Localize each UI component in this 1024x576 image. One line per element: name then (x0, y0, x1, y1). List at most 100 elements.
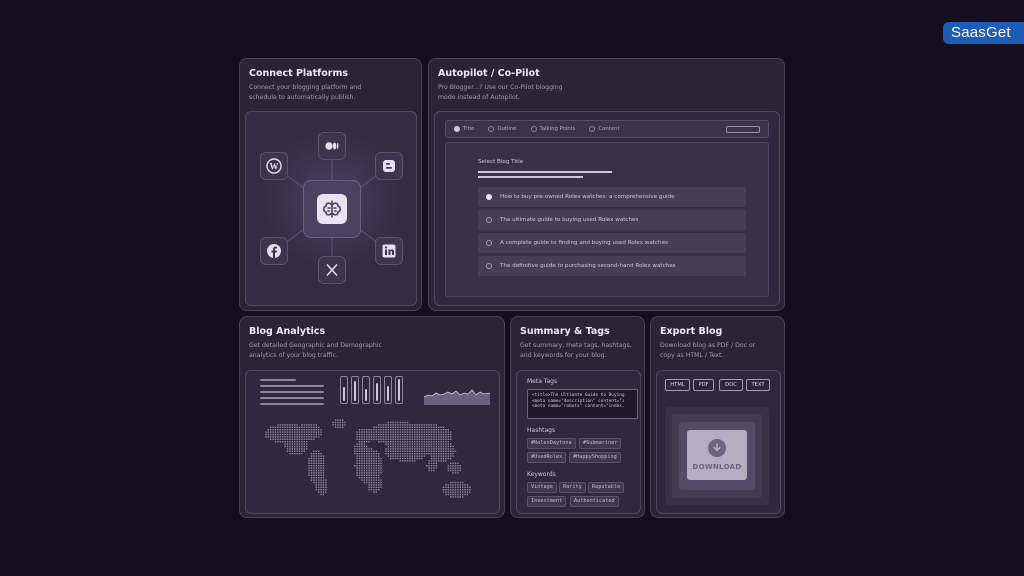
map-dot (442, 433, 445, 436)
map-dot (272, 438, 274, 440)
keyword-chip[interactable]: Rarity (559, 482, 586, 493)
map-dot (325, 486, 327, 488)
map-dot (450, 486, 452, 488)
hashtag-chip[interactable]: #UsedRolex (527, 452, 567, 463)
map-dot (402, 438, 404, 440)
map-dot (382, 424, 385, 426)
format-doc-button[interactable]: DOC (719, 379, 743, 391)
x-icon[interactable] (318, 256, 346, 284)
keyword-chip[interactable]: Authenticated (570, 496, 619, 507)
title-option[interactable]: The definitive guide to purchasing secon… (478, 256, 746, 276)
map-dot (375, 431, 377, 433)
hashtag-chip[interactable]: #Submariner (579, 438, 622, 449)
hashtag-chip[interactable]: #RolexDaytona (527, 438, 576, 449)
map-dot (358, 477, 361, 479)
map-dot (421, 431, 423, 433)
map-dot (454, 469, 457, 472)
map-dot (272, 436, 274, 438)
map-dot (397, 431, 399, 433)
tab-outline[interactable]: Outline (488, 126, 517, 132)
map-dot (289, 429, 291, 431)
map-dot (363, 445, 365, 448)
map-dot (392, 433, 394, 436)
map-dot (385, 441, 387, 443)
map-dot (320, 433, 322, 436)
map-dot (294, 438, 296, 440)
map-dot (430, 460, 433, 462)
medium-icon[interactable] (318, 132, 346, 160)
map-dot (406, 453, 409, 455)
keyword-chip[interactable]: Investment (527, 496, 567, 507)
map-dot (421, 443, 423, 445)
map-dot (445, 448, 447, 450)
next-button[interactable] (726, 126, 760, 133)
facebook-icon[interactable] (260, 237, 288, 265)
map-dot (298, 436, 301, 438)
map-dot (411, 453, 413, 455)
map-dot (430, 429, 433, 431)
blogger-icon[interactable] (375, 152, 403, 180)
map-dot (375, 479, 377, 481)
map-dot (356, 443, 358, 445)
map-dot (438, 443, 440, 445)
stat-bar (260, 385, 324, 387)
map-dot (354, 445, 356, 448)
map-dot (409, 460, 411, 462)
keywords-label: Keywords (527, 471, 556, 478)
map-dot (387, 450, 389, 452)
map-dot (457, 462, 459, 464)
map-dot (399, 421, 401, 424)
map-dot (435, 465, 437, 467)
map-dot (411, 429, 413, 431)
map-dot (418, 431, 421, 433)
tab-title[interactable]: Title (454, 126, 474, 132)
map-dot (428, 426, 430, 428)
map-dot (394, 450, 397, 452)
map-dot (392, 448, 394, 450)
map-dot (301, 445, 303, 448)
map-dot (459, 486, 461, 488)
export-title: Export Blog (660, 326, 723, 337)
map-dot (363, 431, 365, 433)
map-dot (428, 453, 430, 455)
keyword-chip[interactable]: Vintage (527, 482, 557, 493)
map-dot (450, 465, 452, 467)
map-dot (390, 441, 392, 443)
map-dot (366, 477, 368, 479)
wordpress-icon[interactable]: W (260, 152, 288, 180)
map-dot (452, 465, 454, 467)
map-dot (284, 443, 286, 445)
map-dot (440, 426, 442, 428)
map-dot (450, 484, 452, 486)
map-dot (322, 457, 325, 460)
map-dot (394, 441, 397, 443)
map-dot (277, 426, 279, 428)
map-dot (358, 450, 361, 452)
format-text-button[interactable]: TEXT (746, 379, 770, 391)
tab-talking-points[interactable]: Talking Points (530, 126, 575, 132)
keyword-chip[interactable]: Reputable (588, 482, 625, 493)
map-dot (416, 441, 418, 443)
linkedin-icon[interactable] (375, 237, 403, 265)
map-dot (380, 465, 382, 467)
map-dot (373, 429, 375, 431)
connect-platforms-card: Connect Platforms Connect your blogging … (239, 58, 422, 311)
title-option[interactable]: A complete guide to finding and buying u… (478, 233, 746, 253)
title-option[interactable]: The ultimate guide to buying used Rolex … (478, 210, 746, 230)
download-button[interactable]: DOWNLOAD (687, 430, 747, 480)
map-dot (373, 491, 375, 493)
map-dot (447, 441, 449, 443)
title-selection-area: Select Blog Title How to buy pre-owned R… (445, 142, 769, 297)
tab-content[interactable]: Content (589, 126, 620, 132)
title-option[interactable]: How to buy pre-owned Rolex watches: a co… (478, 187, 746, 207)
format-html-button[interactable]: HTML (665, 379, 690, 391)
connect-desc-line2: schedule to automatically publish. (249, 94, 356, 101)
map-dot (368, 481, 370, 484)
map-dot (310, 426, 313, 428)
map-dot (301, 450, 303, 452)
map-dot (397, 450, 399, 452)
map-dot (450, 467, 452, 469)
format-pdf-button[interactable]: PDF (693, 379, 714, 391)
hashtag-chip[interactable]: #HappyShopping (569, 452, 621, 463)
map-dot (421, 436, 423, 438)
